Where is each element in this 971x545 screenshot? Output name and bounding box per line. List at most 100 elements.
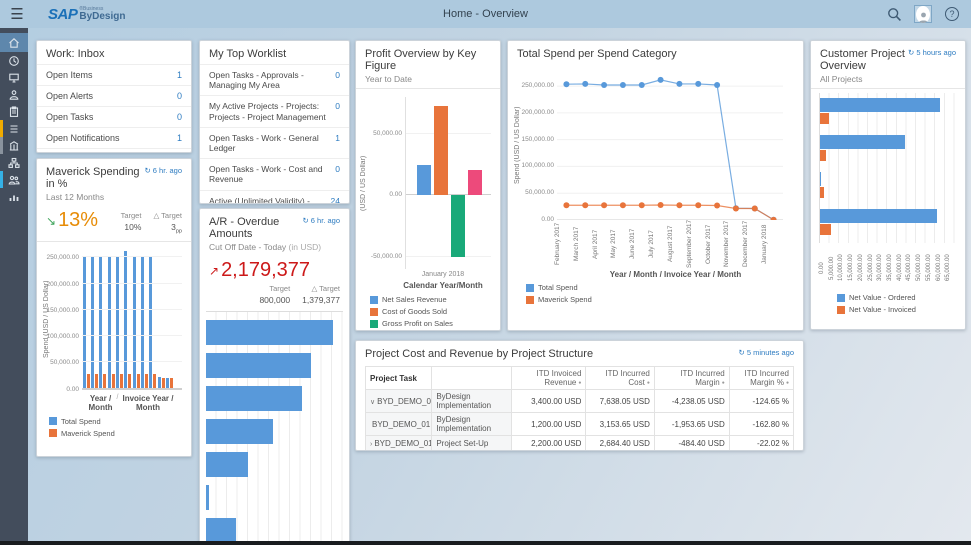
line-chart-svg [557,70,783,220]
inbox-item[interactable]: Open Alerts 0 [37,85,191,106]
help-icon[interactable]: ? [943,5,961,23]
worklist-item-count[interactable]: 0 [335,164,340,184]
worklist-item-count[interactable]: 1 [335,133,340,153]
column-header[interactable]: ITD Incurred Margin● [654,367,729,390]
table-cell: 3,153.65 USD [586,413,654,436]
legend-item: Net Sales Revenue [370,295,500,304]
expand-caret-icon[interactable]: › [370,441,372,448]
bar-cost-of-goods-sold [434,106,448,195]
inbox-item-count[interactable]: 1 [177,70,182,80]
accent-strip-orange [0,120,3,137]
column-header[interactable] [432,367,511,390]
x-axis-title: Calendar Year/Month [356,281,500,290]
inbox-item[interactable]: Open Items 1 [37,64,191,85]
sidebar-item-people[interactable] [0,171,28,188]
inbox-item[interactable]: Open Notifications 1 [37,127,191,148]
column-header[interactable]: ITD Invoiced Revenue● [511,367,586,390]
maverick-bar-chart: Spend (USD / US Dollar) 0.0050,000.00100… [37,242,191,390]
worklist-item[interactable]: My Active Projects - Projects: Projects … [200,95,349,126]
table-cell: 0.00 % [729,451,793,452]
card-title: Maverick Spending in % [46,166,144,190]
x-tick-label: 55,000.00 [926,245,936,291]
table-cell: 2,200.00 USD [511,436,586,451]
expand-caret-icon[interactable]: ∨ [370,399,375,406]
search-icon[interactable] [885,5,903,23]
table-cell: -484.40 USD [654,436,729,451]
menu-icon[interactable]: ☰ [0,5,34,23]
sidebar-item-history[interactable] [0,52,28,69]
worklist-item-count[interactable]: 24 [331,196,340,205]
sidebar-item-desktop[interactable] [0,69,28,86]
plot-area [557,70,783,220]
column-header[interactable]: ITD Incurred Margin %● [729,367,793,390]
chart-legend: Net Value - OrderedNet Value - Invoiced [811,291,965,314]
worklist-item-label: Active (Unlimited Validity) - Job Defini… [209,196,325,205]
inbox-item-count[interactable]: 1 [177,133,182,143]
worklist-item[interactable]: Active (Unlimited Validity) - Job Defini… [200,190,349,205]
overdue-bar [206,419,273,444]
x-tick-label: 40,000.00 [897,245,907,291]
column-header[interactable]: Project Task [366,367,432,390]
profile-avatar[interactable] [914,5,932,23]
worklist-item[interactable]: Open Tasks - Work - General Ledger 1 [200,127,349,158]
kpi-value: ↗ 2,179,377 [209,259,340,282]
x-axis-title: Year / Month / Invoice Year / Month [548,270,803,279]
app-window: ☰ SAP ®Business ByDesign Home - Overview… [0,0,971,545]
accent-strip-gray [0,137,3,154]
spend-line-chart: Spend (USD / US Dollar) 0.0050,000.00100… [508,64,803,220]
sidebar-item-analytics[interactable] [0,188,28,205]
inbox-item-label: Open Notifications [46,133,120,143]
refresh-timestamp[interactable]: ↻ 6 hr. ago [144,166,182,175]
card-title: Work: Inbox [46,48,182,60]
inbox-item[interactable]: Open Clarifications 0 [37,148,191,153]
sort-dot-icon: ● [578,380,581,386]
table-cell: -22.02 % [729,436,793,451]
x-tick-label: 60,000.00 [936,245,946,291]
x-tick-label: 10,000.00 [838,245,848,291]
bar-invoiced [820,150,826,161]
refresh-timestamp[interactable]: ↻ 5 minutes ago [739,348,794,357]
table-row[interactable]: ›BYD_DEMO_01_1000Project Set-Up2,200.00 … [366,436,794,451]
sort-dot-icon: ● [647,380,650,386]
table-cell: 2,684.40 USD [586,436,654,451]
worklist-item-count[interactable]: 0 [335,101,340,121]
x-tick-label: June 2017 [629,220,648,268]
worklist-item[interactable]: Open Tasks - Work - Cost and Revenue 0 [200,158,349,189]
legend-swatch [370,308,378,316]
sidebar-item-clipboard[interactable] [0,103,28,120]
inbox-item-count[interactable]: 0 [177,91,182,101]
chart-legend: Total SpendMaverick Spend [508,279,803,304]
column-header[interactable]: ITD Incurred Cost● [586,367,654,390]
card-title: A/R - Overdue Amounts [209,216,302,240]
sidebar-item-org-chart[interactable] [0,154,28,171]
bar-invoiced [820,224,831,235]
worklist-item-count[interactable]: 0 [335,70,340,90]
sidebar-item-partner[interactable] [0,86,28,103]
table-cell: -1,800.00 USD [654,451,729,452]
sidebar-item-bank[interactable] [0,137,28,154]
inbox-item[interactable]: Open Tasks 0 [37,106,191,127]
legend-swatch [49,429,57,437]
x-tick-label: November 2017 [723,220,742,268]
logo-product-text: ByDesign [79,12,125,22]
table-row[interactable]: ›BYD_DEMO_01_3000Realization1,800.00 USD… [366,451,794,452]
refresh-timestamp[interactable]: ↻ 5 hours ago [908,48,956,57]
x-tick-label: 15,000.00 [848,245,858,291]
legend-swatch [49,417,57,425]
trend-up-icon: ↗ [209,264,219,278]
gridline [82,388,182,389]
y-axis-label: (USD / US Dollar) [360,97,367,269]
refresh-timestamp[interactable]: ↻ 6 hr. ago [302,216,340,225]
table-cell: 1,200.00 USD [511,413,586,436]
table-row[interactable]: ∨BYD_DEMO_01ByDesign Implementation3,400… [366,390,794,413]
table-row[interactable]: BYD_DEMO_01ByDesign Implementation1,200.… [366,413,794,436]
legend-item: Total Spend [49,417,191,426]
card-subtitle: Cut Off Date - Today (in USD) [209,242,340,252]
sidebar-item-home[interactable] [0,33,28,52]
sidebar-item-worklist[interactable] [0,120,28,137]
legend-swatch [526,284,534,292]
y-axis-ticks: 0.0050,000.00100,000.00150,000.00200,000… [521,70,557,220]
legend-item: Maverick Spend [49,429,191,438]
inbox-item-count[interactable]: 0 [177,112,182,122]
worklist-item[interactable]: Open Tasks - Approvals - Managing My Are… [200,64,349,95]
